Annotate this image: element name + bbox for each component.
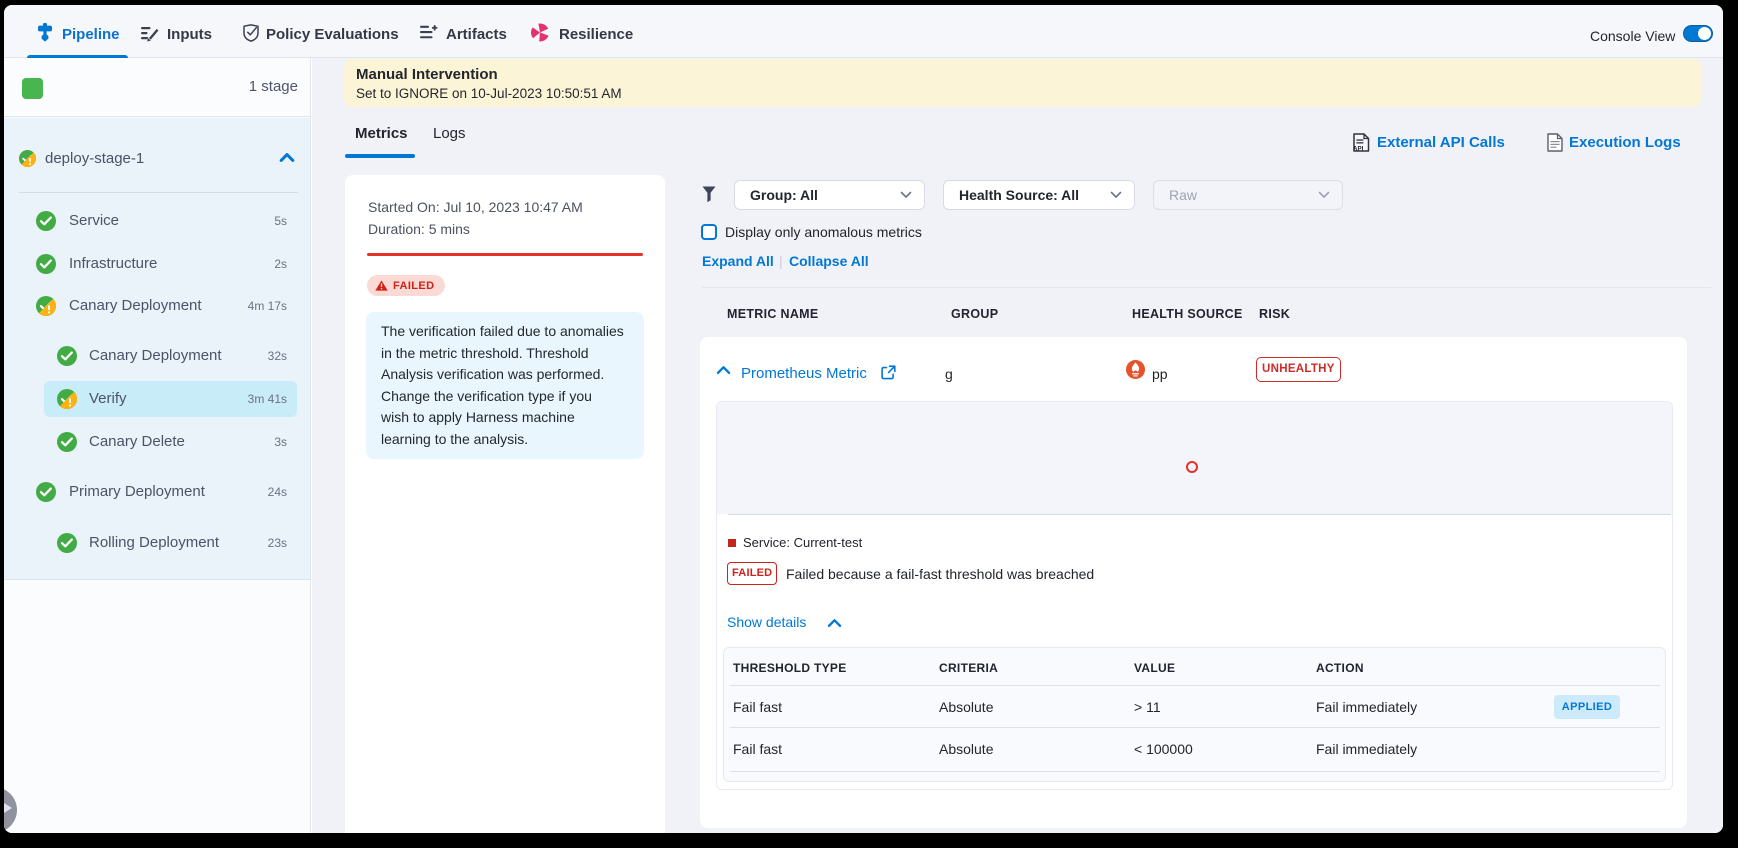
- svg-text:API: API: [1353, 145, 1364, 152]
